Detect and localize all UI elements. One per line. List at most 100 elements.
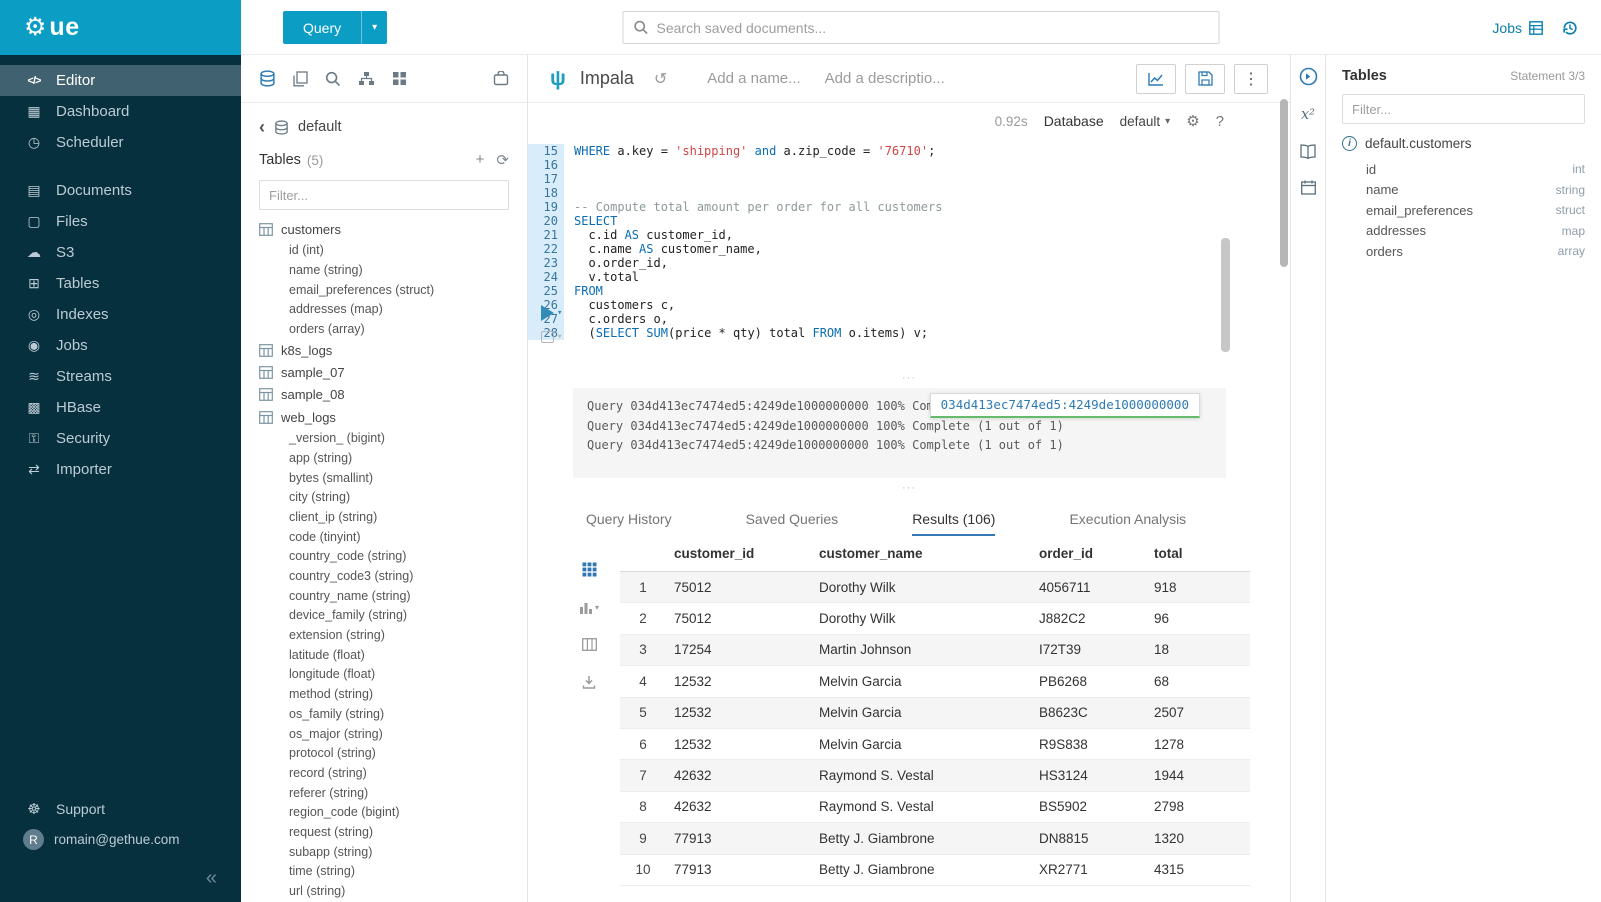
schema-column-row[interactable]: email_preferences struct [1342, 200, 1585, 221]
code-line[interactable]: 16 [528, 158, 1290, 172]
search-source-icon[interactable] [325, 71, 341, 87]
tab-execution-analysis[interactable]: Execution Analysis [1069, 511, 1186, 536]
sidebar-item-scheduler[interactable]: ◷ Scheduler [0, 127, 241, 158]
tree-item[interactable]: country_code3 (string) [259, 566, 509, 586]
tree-item[interactable]: url (string) [259, 881, 509, 901]
sidebar-item-tables[interactable]: ⊞ Tables [0, 268, 241, 299]
tree-item[interactable]: extension (string) [259, 625, 509, 645]
kebab-menu-button[interactable]: ⋮ [1234, 64, 1268, 94]
results-column-header[interactable]: total [1154, 546, 1240, 561]
hue-logo[interactable]: ⚙ ue [0, 0, 241, 55]
schema-column-row[interactable]: name string [1342, 180, 1585, 201]
results-row[interactable]: 2 75012 Dorothy Wilk J882C2 96 [620, 603, 1250, 634]
tree-item[interactable]: os_family (string) [259, 704, 509, 724]
database-select[interactable]: default ▾ [1120, 114, 1171, 129]
run-query-button[interactable]: ▾ [541, 305, 562, 321]
sidebar-item-hbase[interactable]: ▩ HBase [0, 392, 241, 423]
sitemap-source-icon[interactable] [358, 71, 375, 86]
code-line[interactable]: 20SELECT [528, 214, 1290, 228]
download-icon[interactable] [582, 675, 596, 689]
documents-source-icon[interactable] [293, 71, 308, 87]
sidebar-item-security[interactable]: ⚿ Security [0, 423, 241, 454]
tree-item[interactable]: time (string) [259, 862, 509, 882]
tree-item[interactable]: referer (string) [259, 783, 509, 803]
language-reference-book-icon[interactable] [1300, 144, 1316, 159]
schema-column-row[interactable]: addresses map [1342, 221, 1585, 242]
sidebar-item-dashboard[interactable]: ▦ Dashboard [0, 96, 241, 127]
sidebar-item-documents[interactable]: ▤ Documents [0, 175, 241, 206]
right-panel-filter-input[interactable] [1352, 102, 1575, 117]
apps-grid-icon[interactable] [392, 71, 407, 86]
sidebar-item-indexes[interactable]: ◎ Indexes [0, 299, 241, 330]
help-icon[interactable]: ? [1216, 113, 1224, 130]
tree-item[interactable]: request (string) [259, 822, 509, 842]
tree-item[interactable]: email_preferences (struct) [259, 280, 509, 300]
tree-item[interactable]: code (tinyint) [259, 527, 509, 547]
chart-button[interactable] [1136, 64, 1176, 94]
code-line[interactable]: 27 c.orders o, [528, 312, 1290, 326]
bag-icon[interactable] [493, 71, 509, 86]
breadcrumb-database-name[interactable]: default [298, 119, 342, 135]
tree-item[interactable]: os_major (string) [259, 724, 509, 744]
search-input[interactable] [657, 20, 1209, 36]
tree-item[interactable]: region_code (bigint) [259, 802, 509, 822]
active-table-row[interactable]: default.customers [1342, 136, 1585, 151]
tree-item[interactable]: sample_07 [259, 361, 509, 383]
sidebar-item-streams[interactable]: ≋ Streams [0, 361, 241, 392]
back-chevron-icon[interactable]: ‹ [259, 118, 265, 136]
tree-item[interactable]: addresses (map) [259, 299, 509, 319]
databases-source-icon[interactable] [259, 70, 276, 87]
tree-item[interactable]: device_family (string) [259, 606, 509, 626]
code-editor[interactable]: 15WHERE a.key = 'shipping' and a.zip_cod… [528, 139, 1290, 368]
add-table-icon[interactable]: + [476, 151, 485, 169]
results-row[interactable]: 8 42632 Raymond S. Vestal BS5902 2798 [620, 792, 1250, 823]
tab-saved-queries[interactable]: Saved Queries [746, 511, 839, 536]
code-line[interactable]: 17 [528, 172, 1290, 186]
code-line[interactable]: 24 v.total [528, 270, 1290, 284]
tree-item[interactable]: latitude (float) [259, 645, 509, 665]
tab-query-history[interactable]: Query History [586, 511, 672, 536]
tree-item[interactable]: client_ip (string) [259, 507, 509, 527]
sidebar-item-importer[interactable]: ⇄ Importer [0, 454, 241, 485]
results-row[interactable]: 4 12532 Melvin Garcia PB6268 68 [620, 666, 1250, 697]
support-link[interactable]: ☸ Support [0, 793, 241, 824]
code-line[interactable]: 15WHERE a.key = 'shipping' and a.zip_cod… [528, 144, 1290, 158]
sidebar-item-files[interactable]: ▢ Files [0, 206, 241, 237]
tree-item[interactable]: k8s_logs [259, 339, 509, 361]
sidebar-item-s3[interactable]: ☁ S3 [0, 237, 241, 268]
jobs-link[interactable]: Jobs [1492, 20, 1543, 36]
query-history-clock-icon[interactable] [1561, 19, 1579, 37]
log-results-splitter[interactable]: ··· [528, 478, 1290, 498]
query-name-field[interactable]: Add a name... [707, 70, 800, 87]
assist-filter-input[interactable] [269, 188, 499, 203]
sidebar-item-jobs[interactable]: ◉ Jobs [0, 330, 241, 361]
sidebar-collapse-button[interactable]: « [0, 855, 241, 894]
new-query-dropdown[interactable]: ▾ [361, 11, 387, 44]
code-line[interactable]: 18 [528, 186, 1290, 200]
user-menu[interactable]: R romain@gethue.com [0, 824, 241, 855]
tree-item[interactable]: name (string) [259, 260, 509, 280]
editor-secondary-button[interactable]: ▾ [541, 331, 562, 343]
code-line[interactable]: 26 customers c, [528, 298, 1290, 312]
columns-view-icon[interactable] [582, 638, 597, 651]
sidebar-item-editor[interactable]: </> Editor [0, 65, 241, 96]
tree-item[interactable]: bytes (smallint) [259, 468, 509, 488]
tree-item[interactable]: app (string) [259, 448, 509, 468]
tree-item[interactable]: protocol (string) [259, 743, 509, 763]
results-row[interactable]: 6 12532 Melvin Garcia R9S838 1278 [620, 729, 1250, 760]
tree-item[interactable]: country_code (string) [259, 547, 509, 567]
new-query-button-label[interactable]: Query [283, 11, 361, 44]
tree-item[interactable]: orders (array) [259, 319, 509, 339]
code-line[interactable]: 19-- Compute total amount per order for … [528, 200, 1290, 214]
info-icon[interactable] [1342, 136, 1357, 151]
query-history-undo-icon[interactable]: ↺ [654, 69, 667, 89]
results-column-header[interactable]: customer_id [674, 546, 819, 561]
results-row[interactable]: 5 12532 Melvin Garcia B8623C 2507 [620, 698, 1250, 729]
code-line[interactable]: 28 (SELECT SUM(price * qty) total FROM o… [528, 326, 1290, 340]
tree-item[interactable]: record (string) [259, 763, 509, 783]
tree-item[interactable]: id (int) [259, 240, 509, 260]
panel-scrollbar-thumb[interactable] [1280, 99, 1288, 267]
results-row[interactable]: 3 17254 Martin Johnson I72T39 18 [620, 635, 1250, 666]
run-options-caret-icon[interactable]: ▾ [557, 308, 562, 318]
query-description-field[interactable]: Add a descriptio... [825, 70, 945, 87]
